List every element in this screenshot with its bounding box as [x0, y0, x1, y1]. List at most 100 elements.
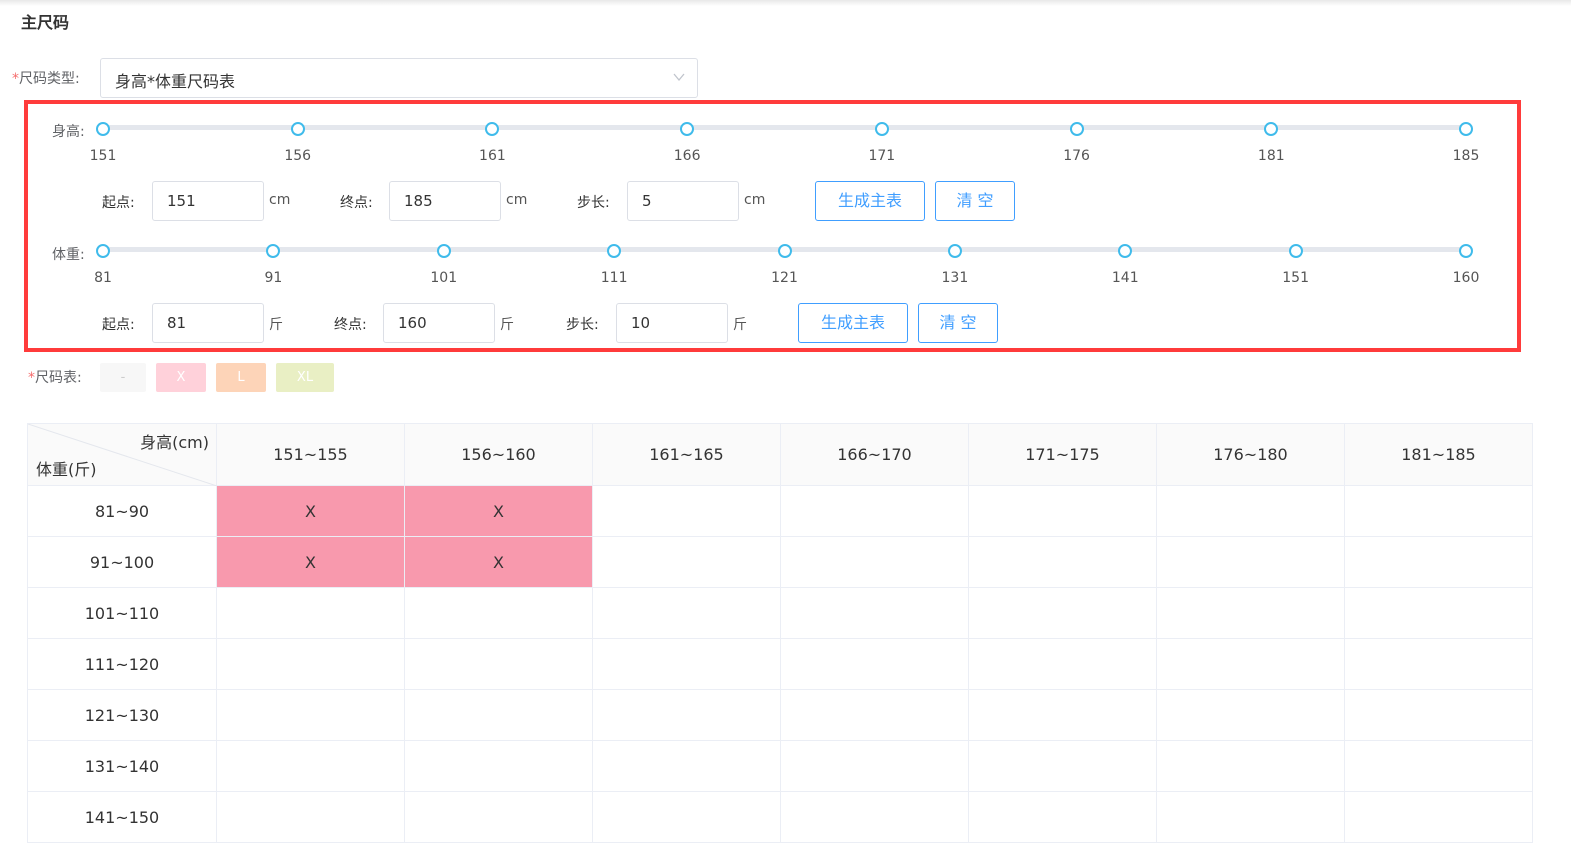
height-tick-label: 185: [1452, 148, 1480, 164]
size-type-label-text: 尺码类型:: [19, 71, 80, 87]
size-cell[interactable]: [404, 740, 593, 792]
height-tick-label: 181: [1257, 148, 1285, 164]
weight-step-input[interactable]: 10: [616, 303, 728, 343]
size-cell[interactable]: X: [216, 485, 405, 537]
weight-end-input[interactable]: 160: [383, 303, 495, 343]
weight-slider-knob[interactable]: [96, 244, 110, 258]
height-end-input[interactable]: 185: [389, 181, 501, 221]
size-cell[interactable]: [1156, 485, 1345, 537]
size-chip[interactable]: -: [100, 363, 146, 392]
weight-slider-knob[interactable]: [1459, 244, 1473, 258]
size-cell[interactable]: [780, 587, 969, 639]
size-cell[interactable]: [1156, 587, 1345, 639]
column-header: 181~185: [1344, 423, 1533, 486]
column-header: 166~170: [780, 423, 969, 486]
size-cell[interactable]: [780, 791, 969, 843]
size-chip[interactable]: XL: [276, 363, 334, 392]
weight-generate-button[interactable]: 生成主表: [798, 303, 908, 343]
weight-slider-knob[interactable]: [1288, 244, 1303, 258]
size-cell[interactable]: [968, 740, 1157, 792]
size-cell[interactable]: [1344, 689, 1533, 741]
size-chip[interactable]: L: [216, 363, 266, 392]
size-cell[interactable]: [780, 485, 969, 537]
size-cell[interactable]: [404, 638, 593, 690]
size-cell[interactable]: [780, 740, 969, 792]
size-cell[interactable]: [968, 791, 1157, 843]
size-cell[interactable]: [780, 689, 969, 741]
height-slider-knob[interactable]: [96, 122, 110, 136]
size-cell[interactable]: [216, 689, 405, 741]
weight-slider-knob[interactable]: [777, 244, 792, 258]
size-cell[interactable]: [216, 791, 405, 843]
section-title: 主尺码: [21, 13, 70, 32]
required-mark: *: [12, 71, 19, 87]
size-cell[interactable]: [1156, 536, 1345, 588]
weight-tick-label: 81: [94, 270, 112, 286]
row-header: 131~140: [27, 740, 217, 792]
size-cell[interactable]: [592, 638, 781, 690]
size-cell[interactable]: [1344, 485, 1533, 537]
size-cell[interactable]: [216, 740, 405, 792]
weight-tick-label: 111: [600, 270, 628, 286]
height-step-input[interactable]: 5: [627, 181, 739, 221]
size-cell[interactable]: [1156, 740, 1345, 792]
weight-slider-knob[interactable]: [947, 244, 962, 258]
height-start-input[interactable]: 151: [152, 181, 264, 221]
size-cell[interactable]: [968, 536, 1157, 588]
table-corner-header: 身高(cm) 体重(斤): [27, 423, 217, 486]
size-cell[interactable]: [404, 689, 593, 741]
column-header: 151~155: [216, 423, 405, 486]
height-slider-knob[interactable]: [1069, 122, 1084, 136]
size-cell[interactable]: [404, 587, 593, 639]
size-cell[interactable]: [1156, 791, 1345, 843]
size-cell[interactable]: [1156, 638, 1345, 690]
size-type-value: 身高*体重尺码表: [115, 72, 236, 91]
size-cell[interactable]: [1344, 740, 1533, 792]
size-cell[interactable]: X: [216, 536, 405, 588]
weight-tick-label: 101: [430, 270, 458, 286]
weight-tick-label: 91: [264, 270, 283, 286]
height-slider-track[interactable]: [103, 125, 1466, 130]
weight-start-input[interactable]: 81: [152, 303, 264, 343]
weight-end-unit: 斤: [500, 317, 514, 333]
size-cell[interactable]: [404, 791, 593, 843]
size-cell[interactable]: [592, 791, 781, 843]
size-cell[interactable]: X: [404, 536, 593, 588]
size-cell[interactable]: [968, 485, 1157, 537]
size-chart-label-text: 尺码表:: [35, 370, 82, 386]
size-cell[interactable]: [968, 689, 1157, 741]
size-cell[interactable]: [1344, 536, 1533, 588]
size-cell[interactable]: [780, 536, 969, 588]
size-cell[interactable]: [1344, 791, 1533, 843]
size-type-select[interactable]: 身高*体重尺码表: [100, 58, 698, 98]
height-slider-knob[interactable]: [1459, 122, 1473, 136]
weight-tick-label: 151: [1282, 270, 1309, 286]
required-mark: *: [28, 370, 35, 386]
table-row: 131~140: [27, 740, 1533, 792]
size-cell[interactable]: [968, 638, 1157, 690]
size-cell[interactable]: [968, 587, 1157, 639]
height-slider-knob[interactable]: [874, 122, 889, 136]
size-table: 身高(cm) 体重(斤) 151~155 156~160 161~165 166~17…: [27, 423, 1533, 843]
size-cell[interactable]: [592, 485, 781, 537]
size-cell[interactable]: [780, 638, 969, 690]
size-cell[interactable]: [1344, 587, 1533, 639]
size-cell[interactable]: [216, 587, 405, 639]
height-generate-button[interactable]: 生成主表: [815, 181, 925, 221]
row-header: 121~130: [27, 689, 217, 741]
weight-slider-knob[interactable]: [436, 244, 451, 258]
height-clear-button[interactable]: 清 空: [935, 181, 1015, 221]
corner-weight-label: 体重(斤): [36, 460, 97, 479]
height-slider-knob[interactable]: [290, 122, 305, 136]
size-cell[interactable]: [592, 740, 781, 792]
size-cell[interactable]: [592, 587, 781, 639]
size-cell[interactable]: [592, 689, 781, 741]
size-cell[interactable]: [216, 638, 405, 690]
weight-clear-button[interactable]: 清 空: [918, 303, 998, 343]
size-cell[interactable]: [1344, 638, 1533, 690]
size-cell[interactable]: [592, 536, 781, 588]
size-cell[interactable]: X: [404, 485, 593, 537]
size-cell[interactable]: [1156, 689, 1345, 741]
size-chip[interactable]: X: [156, 363, 206, 392]
row-header: 111~120: [27, 638, 217, 690]
